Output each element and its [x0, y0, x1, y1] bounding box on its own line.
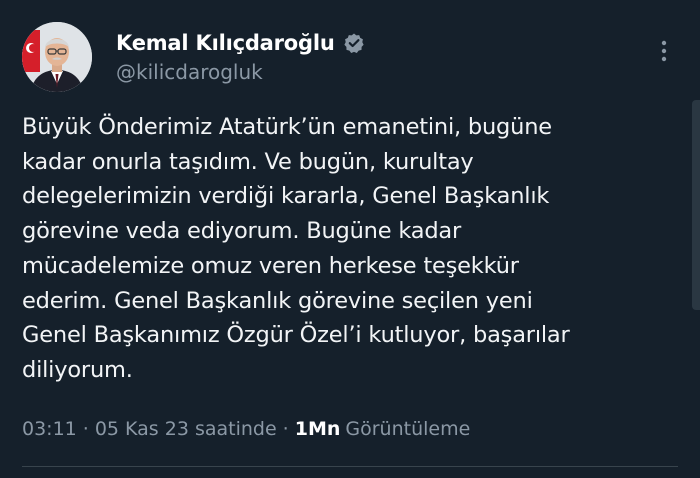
tweet-text-line: diliyorum.: [22, 356, 133, 383]
author-display-name[interactable]: Kemal Kılıçdaroğlu: [116, 31, 335, 55]
tweet-text-line: görevine veda ediyorum. Bugüne kadar: [22, 218, 462, 245]
tweet-card: Kemal Kılıçdaroğlu @kilicdarogluk Büyük …: [0, 0, 700, 478]
views-label: Görüntüleme: [345, 418, 471, 440]
tweet-text-line: ederim. Genel Başkanlık görevine seçilen…: [22, 287, 533, 314]
tweet-text-line: Büyük Önderimiz Atatürk’ün emanetini, bu…: [22, 114, 552, 140]
tweet-date[interactable]: 05 Kas 23 saatinde: [95, 418, 277, 440]
divider: [22, 466, 678, 467]
verified-badge-icon[interactable]: [343, 32, 365, 54]
avatar-image: [22, 22, 92, 92]
meta-separator: ·: [82, 418, 89, 440]
tweet-meta: 03:11 · 05 Kas 23 saatinde · 1Mn Görüntü…: [22, 418, 470, 440]
tweet-text-line: Genel Başkanımız Özgür Özel’i kutluyor, …: [22, 322, 570, 349]
views-count[interactable]: 1Mn: [295, 418, 341, 440]
author-name-row: Kemal Kılıçdaroğlu: [116, 30, 365, 56]
scrollbar[interactable]: [692, 100, 700, 310]
tweet-time[interactable]: 03:11: [22, 418, 77, 440]
author-handle[interactable]: @kilicdarogluk: [116, 60, 263, 84]
tweet-text-line: delegelerimizin verdiği kararla, Genel B…: [22, 183, 550, 210]
tweet-text-line: mücadelemize omuz veren herkese teşekkür: [22, 252, 519, 279]
avatar[interactable]: [22, 22, 92, 92]
tweet-text-line: kadar onurla taşıdım. Ve bugün, kurultay: [22, 148, 474, 175]
tweet-text: Büyük Önderimiz Atatürk’ün emanetini, bu…: [22, 110, 662, 388]
more-options-button[interactable]: [650, 36, 678, 66]
more-vertical-icon: [661, 40, 667, 62]
meta-separator: ·: [282, 418, 289, 440]
